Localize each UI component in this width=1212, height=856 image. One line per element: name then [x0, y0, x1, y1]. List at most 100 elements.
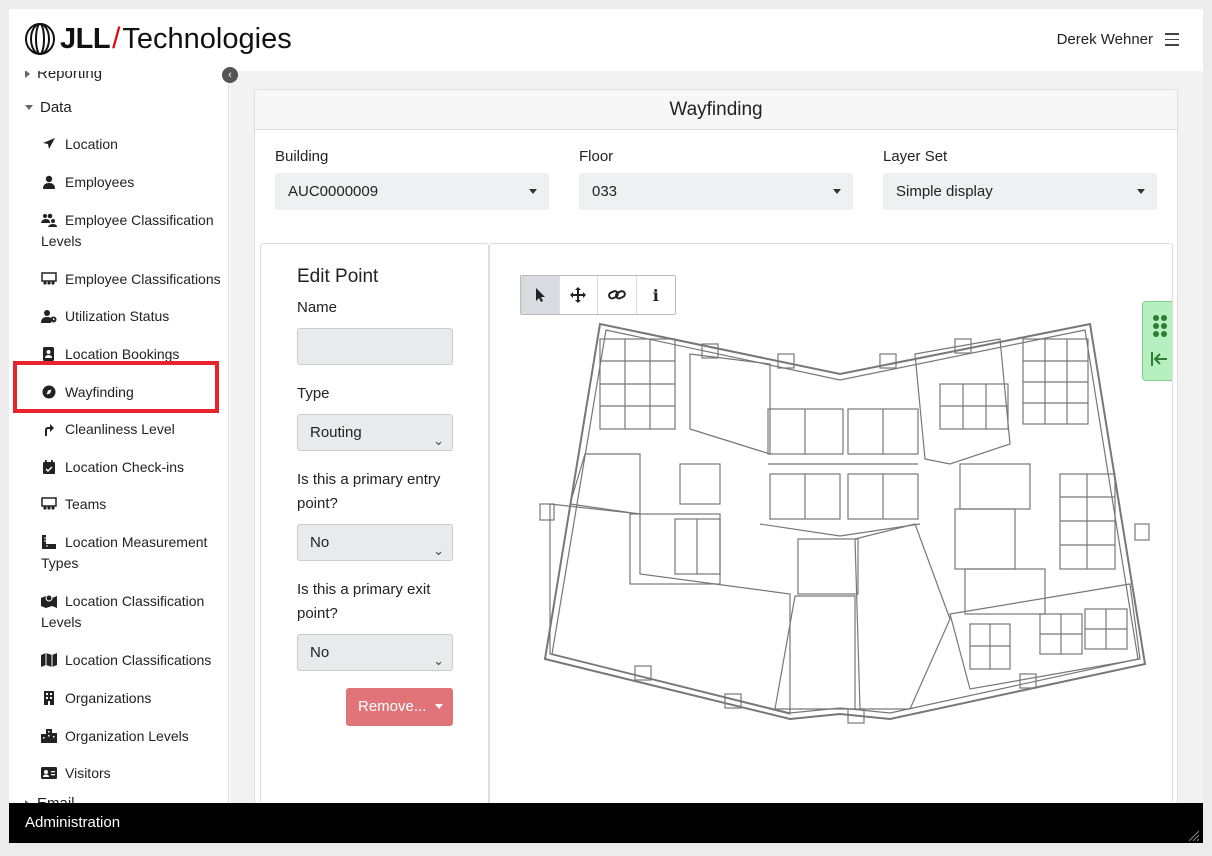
- layer-set-value: Simple display: [896, 183, 993, 200]
- turn-up-icon: [45, 424, 54, 436]
- building-filter: Building AUC0000009: [275, 148, 549, 210]
- chalkboard-users-icon: [41, 497, 57, 510]
- sidebar-item-location[interactable]: Location: [41, 134, 221, 155]
- type-label: Type: [297, 385, 330, 402]
- hamburger-icon[interactable]: [1165, 33, 1179, 46]
- floor-plan-drawing: [539, 322, 1150, 724]
- sidebar-item-employee-classification-levels[interactable]: Employee Classification Levels: [41, 210, 221, 252]
- sidebar-item-location-classification-levels[interactable]: Location Classification Levels: [41, 591, 221, 633]
- sidebar-item-location-check-ins[interactable]: Location Check-ins: [41, 457, 221, 478]
- info-tool-button[interactable]: i: [637, 276, 675, 314]
- chevron-down-icon: ⌄: [433, 433, 444, 448]
- sidebar-item-cleanliness-level[interactable]: Cleanliness Level: [41, 419, 221, 440]
- remove-button[interactable]: Remove...: [346, 688, 453, 726]
- calendar-check-icon: [43, 460, 55, 474]
- collapse-left-icon: [1151, 352, 1167, 366]
- sidebar-item-label: Location: [65, 136, 118, 152]
- user-icon: [43, 175, 55, 189]
- sidebar-item-employee-classifications[interactable]: Employee Classifications: [41, 269, 221, 290]
- name-input[interactable]: [297, 328, 453, 365]
- main-content: Wayfinding Building AUC0000009 Floor 033: [230, 71, 1203, 823]
- sidebar-item-label: Location Classifications: [65, 652, 212, 668]
- link-icon: [607, 290, 626, 300]
- caret-down-icon: [435, 704, 443, 709]
- sidebar-item-label: Employee Classification Levels: [41, 212, 214, 249]
- app-window: JLL / Technologies Derek Wehner Reportin…: [9, 9, 1203, 843]
- layer-panel-toggle[interactable]: [1142, 301, 1172, 381]
- sidebar-item-label: Organization Levels: [65, 728, 189, 744]
- sidebar-group-reporting[interactable]: Reporting: [25, 71, 102, 82]
- link-tool-button[interactable]: [598, 276, 637, 314]
- sidebar-item-label: Visitors: [65, 765, 111, 781]
- caret-down-icon: [529, 189, 537, 194]
- map-canvas[interactable]: i: [489, 243, 1173, 823]
- sidebar-item-visitors[interactable]: Visitors: [41, 763, 221, 784]
- sidebar-item-location-measurement-types[interactable]: Location Measurement Types: [41, 532, 221, 574]
- sidebar-group-label: Reporting: [37, 71, 103, 82]
- type-select[interactable]: Routing ⌄: [297, 414, 453, 451]
- primary-exit-select[interactable]: No ⌄: [297, 634, 453, 671]
- info-icon: i: [652, 285, 659, 305]
- primary-exit-label: Is this a primary exit point?: [297, 581, 431, 622]
- highlight-annotation: [13, 361, 219, 413]
- wayfinding-panel: Wayfinding Building AUC0000009 Floor 033: [254, 89, 1178, 823]
- location-arrow-icon: [43, 138, 55, 149]
- sidebar-group-email[interactable]: Email: [25, 795, 75, 803]
- caret-right-icon: [25, 71, 30, 78]
- sidebar-item-label: Location Bookings: [65, 346, 180, 362]
- logo-slash: /: [112, 22, 121, 55]
- sidebar-item-location-classifications[interactable]: Location Classifications: [41, 650, 221, 671]
- sidebar-item-label: Organizations: [65, 690, 152, 706]
- sidebar: Reporting Data Location Employees Employ…: [9, 71, 229, 803]
- sidebar-group-label: Data: [40, 99, 72, 116]
- primary-entry-select[interactable]: No ⌄: [297, 524, 453, 561]
- sidebar-item-label: Employees: [65, 174, 135, 190]
- layer-set-label: Layer Set: [883, 148, 948, 165]
- remove-button-label: Remove...: [358, 698, 427, 715]
- top-header: JLL / Technologies Derek Wehner: [9, 9, 1203, 71]
- ruler-icon: [42, 535, 56, 549]
- primary-exit-value: No: [310, 644, 330, 661]
- caret-down-icon: [25, 105, 33, 110]
- edit-point-panel: Edit Point Name Type Routing ⌄ Is this a…: [260, 243, 489, 823]
- user-clock-icon: [41, 310, 57, 323]
- sidebar-item-label: Teams: [65, 496, 107, 512]
- layer-set-select[interactable]: Simple display: [883, 173, 1157, 210]
- floor-value: 033: [592, 183, 618, 200]
- floor-filter: Floor 033: [579, 148, 853, 210]
- sidebar-item-employees[interactable]: Employees: [41, 172, 221, 193]
- sidebar-item-label: Location Check-ins: [65, 459, 185, 475]
- sidebar-item-label: Location Measurement Types: [41, 534, 208, 571]
- chalkboard-users-icon: [41, 272, 57, 285]
- building-select[interactable]: AUC0000009: [275, 173, 549, 210]
- sidebar-group-data[interactable]: Data: [25, 99, 72, 116]
- sidebar-item-utilization-status[interactable]: Utilization Status: [41, 306, 221, 327]
- primary-entry-value: No: [310, 534, 330, 551]
- resize-grip-icon[interactable]: [1187, 829, 1199, 841]
- footer-label[interactable]: Administration: [25, 814, 120, 831]
- floor-label: Floor: [579, 148, 614, 165]
- building-label: Building: [275, 148, 329, 165]
- type-value: Routing: [310, 424, 362, 441]
- page-title: Wayfinding: [255, 90, 1177, 130]
- caret-down-icon: [833, 189, 841, 194]
- sidebar-group-label: Email: [37, 795, 75, 803]
- edit-point-heading: Edit Point: [297, 266, 379, 287]
- collapse-sidebar-icon[interactable]: ‹: [222, 67, 238, 83]
- chevron-down-icon: ⌄: [433, 543, 444, 558]
- sidebar-item-organizations[interactable]: Organizations: [41, 688, 221, 709]
- sidebar-item-organization-levels[interactable]: Organization Levels: [41, 726, 221, 747]
- users-icon: [41, 213, 57, 227]
- primary-entry-label: Is this a primary entry point?: [297, 471, 441, 512]
- jll-rings-icon: [25, 23, 55, 55]
- sidebar-item-teams[interactable]: Teams: [41, 494, 221, 515]
- move-tool-button[interactable]: [560, 276, 598, 314]
- logo-product-text: Technologies: [122, 22, 292, 55]
- floor-select[interactable]: 033: [579, 173, 853, 210]
- footer-bar: Administration: [9, 803, 1203, 843]
- grip-dots-icon: [1153, 315, 1167, 337]
- pointer-tool-button[interactable]: [521, 276, 560, 314]
- user-name[interactable]: Derek Wehner: [1057, 31, 1153, 48]
- address-book-icon: [43, 347, 54, 361]
- jll-logo[interactable]: JLL / Technologies: [24, 21, 292, 57]
